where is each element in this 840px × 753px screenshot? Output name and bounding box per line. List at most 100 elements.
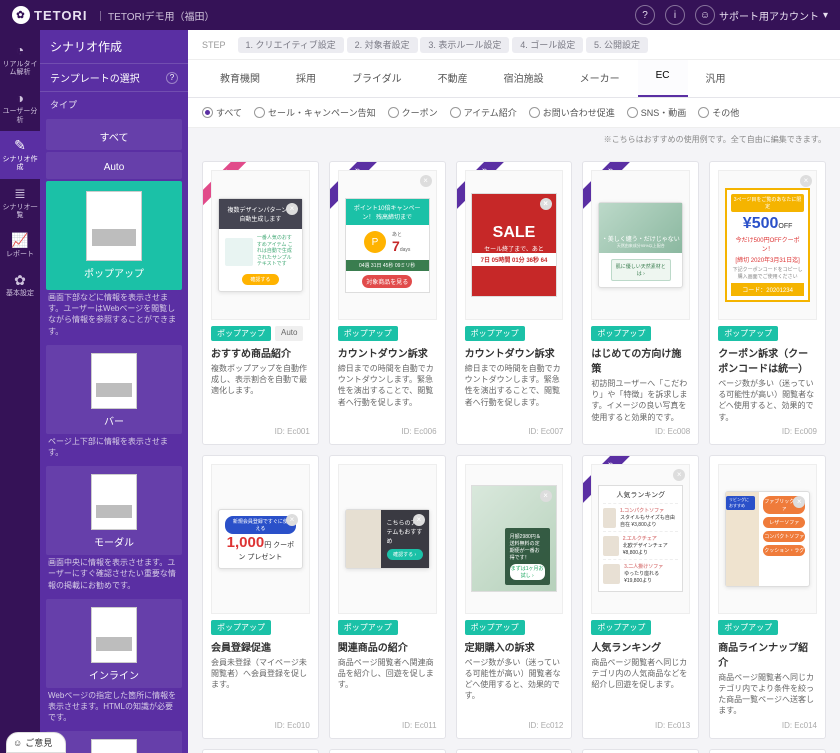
template-card[interactable]: おすすめ×人気ランキング1.コンパクトソファスタイルもサイズも自由自在 ¥3,8… bbox=[582, 455, 699, 739]
card-preview: ×SALEセール終了まで、あと7日 05時間 01分 36秒 64 bbox=[465, 170, 564, 320]
help-icon[interactable]: ? bbox=[635, 5, 655, 25]
category-tab-ブライダル[interactable]: ブライダル bbox=[334, 60, 420, 97]
type-tag: ポップアップ bbox=[211, 620, 271, 635]
filter-radio[interactable]: その他 bbox=[698, 106, 739, 119]
card-title: 人気ランキング bbox=[591, 639, 690, 654]
radio-icon bbox=[698, 107, 709, 118]
template-card-placeholder bbox=[709, 749, 826, 753]
type-thumb bbox=[86, 191, 142, 261]
type-tag: ポップアップ bbox=[338, 326, 398, 341]
filter-radio[interactable]: すべて bbox=[202, 106, 242, 119]
card-title: 定期購入の訴求 bbox=[465, 639, 564, 654]
account-menu[interactable]: ☺ サポート用アカウント ▾ bbox=[695, 5, 828, 25]
card-title: 商品ラインナップ紹介 bbox=[718, 639, 817, 669]
filter-radio[interactable]: クーポン bbox=[388, 106, 438, 119]
step-bar: STEP 1. クリエイティブ設定 2. 対象者設定 3. 表示ルール設定 4.… bbox=[188, 30, 840, 60]
card-id: ID: Ec009 bbox=[718, 427, 817, 436]
close-icon: × bbox=[420, 175, 432, 187]
card-preview: ×リビングにおすすめファブリックソファレザーソファコンパクトソファクッション・ラ… bbox=[718, 464, 817, 614]
card-preview: ×人気ランキング1.コンパクトソファスタイルもサイズも自由自在 ¥3,800より… bbox=[591, 464, 690, 614]
nav-item-1[interactable]: ◑ユーザー分析 bbox=[0, 84, 40, 132]
card-preview: ×複数デザインパターンを自動生成します一番人気のおすすめアイテム これは自動で生… bbox=[211, 170, 310, 320]
filter-radio[interactable]: お問い合わせ促進 bbox=[529, 106, 615, 119]
step-chip-4[interactable]: 4. ゴール設定 bbox=[512, 37, 583, 53]
nav-item-2[interactable]: ✎シナリオ作成 bbox=[0, 131, 40, 179]
card-title: カウントダウン訴求 bbox=[465, 345, 564, 360]
type-item-3[interactable]: バー bbox=[46, 345, 182, 434]
chat-icon: ☺ bbox=[13, 738, 22, 748]
nav-icon: ◑ bbox=[0, 90, 40, 107]
nav-item-3[interactable]: ≣シナリオ一覧 bbox=[0, 179, 40, 227]
type-tag: ポップアップ bbox=[718, 326, 778, 341]
category-tab-教育機関[interactable]: 教育機関 bbox=[202, 60, 278, 97]
type-thumb bbox=[91, 474, 137, 530]
feedback-button[interactable]: ☺ ご意見 bbox=[6, 732, 66, 753]
step-label: STEP bbox=[202, 40, 226, 50]
scenario-sidebar: シナリオ作成 テンプレートの選択 ? タイプ すべてAutoポップアップ画面下部… bbox=[40, 30, 188, 753]
help-circle-icon[interactable]: ? bbox=[166, 72, 178, 84]
template-card[interactable]: ×3ページ目をご覧のあなたに限定¥500OFF今だけ500円OFFクーポン！[締… bbox=[709, 161, 826, 445]
template-card[interactable]: ×新規会員登録ですぐに使える1,000円 クーポン プレゼントポップアップ会員登… bbox=[202, 455, 319, 739]
radio-icon bbox=[627, 107, 638, 118]
type-tag: Auto bbox=[275, 326, 303, 341]
close-icon: × bbox=[673, 469, 685, 481]
filter-radio[interactable]: SNS・動画 bbox=[627, 106, 687, 119]
nav-icon: ≣ bbox=[0, 185, 40, 202]
note-text: ※こちらはおすすめの使用例です。全て自由に編集できます。 bbox=[188, 128, 840, 151]
category-tab-宿泊施設[interactable]: 宿泊施設 bbox=[486, 60, 562, 97]
template-card[interactable]: おすすめ×ポイント10倍キャンペーン！ 残高締切までPあと7days04週 31… bbox=[329, 161, 446, 445]
radio-icon bbox=[202, 107, 213, 118]
nav-icon: ✿ bbox=[0, 272, 40, 289]
template-card-placeholder bbox=[202, 749, 319, 753]
type-tag: ポップアップ bbox=[465, 620, 525, 635]
template-card-placeholder bbox=[456, 749, 573, 753]
type-item-4[interactable]: モーダル bbox=[46, 466, 182, 555]
nav-item-4[interactable]: 📈レポート bbox=[0, 226, 40, 265]
project-name: ｜ TETORIデモ用（福田） bbox=[95, 8, 214, 23]
category-tabs: 教育機関採用ブライダル不動産宿泊施設メーカーEC汎用 bbox=[188, 60, 840, 98]
template-card[interactable]: ×月額2980円＆送料無料の定期便が一番お得です！まずは1ヶ月お試し ›ポップア… bbox=[456, 455, 573, 739]
nav-item-5[interactable]: ✿基本設定 bbox=[0, 266, 40, 305]
nav-item-0[interactable]: ◔リアルタイム解析 bbox=[0, 36, 40, 84]
template-card-placeholder bbox=[329, 749, 446, 753]
account-label: サポート用アカウント bbox=[719, 8, 819, 23]
type-item-1[interactable]: Auto bbox=[46, 152, 182, 179]
template-card[interactable]: ×リビングにおすすめファブリックソファレザーソファコンパクトソファクッション・ラ… bbox=[709, 455, 826, 739]
chevron-down-icon: ▾ bbox=[823, 10, 828, 21]
card-id: ID: Ec008 bbox=[591, 427, 690, 436]
template-card[interactable]: おすすめ×・美しく纏う・だけじゃない天然由来成分95%以上配合肌に優しい天然素材… bbox=[582, 161, 699, 445]
category-tab-不動産[interactable]: 不動産 bbox=[420, 60, 486, 97]
type-item-0[interactable]: すべて bbox=[46, 119, 182, 150]
type-desc: Webページの指定した箇所に情報を表示させます。HTMLの知識が必要です。 bbox=[48, 690, 180, 724]
brand-logo[interactable]: ✿ TETORI bbox=[12, 6, 87, 24]
card-title: はじめての方向け施策 bbox=[591, 345, 690, 375]
step-chip-5[interactable]: 5. 公開設定 bbox=[586, 37, 648, 53]
card-desc: 締日までの時間を自動でカウントダウンします。緊急性を演出することで、閲覧者へ行動… bbox=[465, 363, 564, 423]
close-icon: × bbox=[540, 198, 552, 210]
type-item-2[interactable]: ポップアップ bbox=[46, 181, 182, 290]
card-preview: ×・美しく纏う・だけじゃない天然由来成分95%以上配合肌に優しい天然素材とは › bbox=[591, 170, 690, 320]
filter-radio[interactable]: アイテム紹介 bbox=[450, 106, 517, 119]
close-icon: × bbox=[413, 514, 425, 526]
template-card[interactable]: ×こちらのアイテムもおすすめ確認する ›ポップアップ関連商品の紹介商品ページ閲覧… bbox=[329, 455, 446, 739]
category-tab-EC[interactable]: EC bbox=[638, 60, 688, 97]
filter-radio[interactable]: セール・キャンペーン告知 bbox=[254, 106, 376, 119]
type-tag: ポップアップ bbox=[338, 620, 398, 635]
category-tab-メーカー[interactable]: メーカー bbox=[562, 60, 638, 97]
category-tab-採用[interactable]: 採用 bbox=[278, 60, 334, 97]
step-chip-1[interactable]: 1. クリエイティブ設定 bbox=[238, 37, 344, 53]
step-chip-2[interactable]: 2. 対象者設定 bbox=[347, 37, 418, 53]
step-chip-3[interactable]: 3. 表示ルール設定 bbox=[420, 37, 509, 53]
type-tag: ポップアップ bbox=[591, 326, 651, 341]
type-desc: ページ上下部に情報を表示させます。 bbox=[48, 436, 180, 458]
card-desc: ページ数が多い（迷っている可能性が高い）閲覧者などへ使用すると、効果的です。 bbox=[465, 657, 564, 717]
type-desc: 画面中央に情報を表示させます。ユーザーにすぐ確認させたい重要な情報の掲載にお勧め… bbox=[48, 557, 180, 591]
template-card[interactable]: NEW×複数デザインパターンを自動生成します一番人気のおすすめアイテム これは自… bbox=[202, 161, 319, 445]
info-icon[interactable]: i bbox=[665, 5, 685, 25]
close-icon: × bbox=[793, 496, 805, 508]
card-desc: 商品ページ閲覧者へ同じカテゴリ内でより条件を絞った商品一覧ページへ送客します。 bbox=[718, 672, 817, 717]
template-card[interactable]: おすすめ×SALEセール終了まで、あと7日 05時間 01分 36秒 64ポップ… bbox=[456, 161, 573, 445]
type-item-5[interactable]: インライン bbox=[46, 599, 182, 688]
category-tab-汎用[interactable]: 汎用 bbox=[688, 60, 744, 97]
card-preview: ×新規会員登録ですぐに使える1,000円 クーポン プレゼント bbox=[211, 464, 310, 614]
